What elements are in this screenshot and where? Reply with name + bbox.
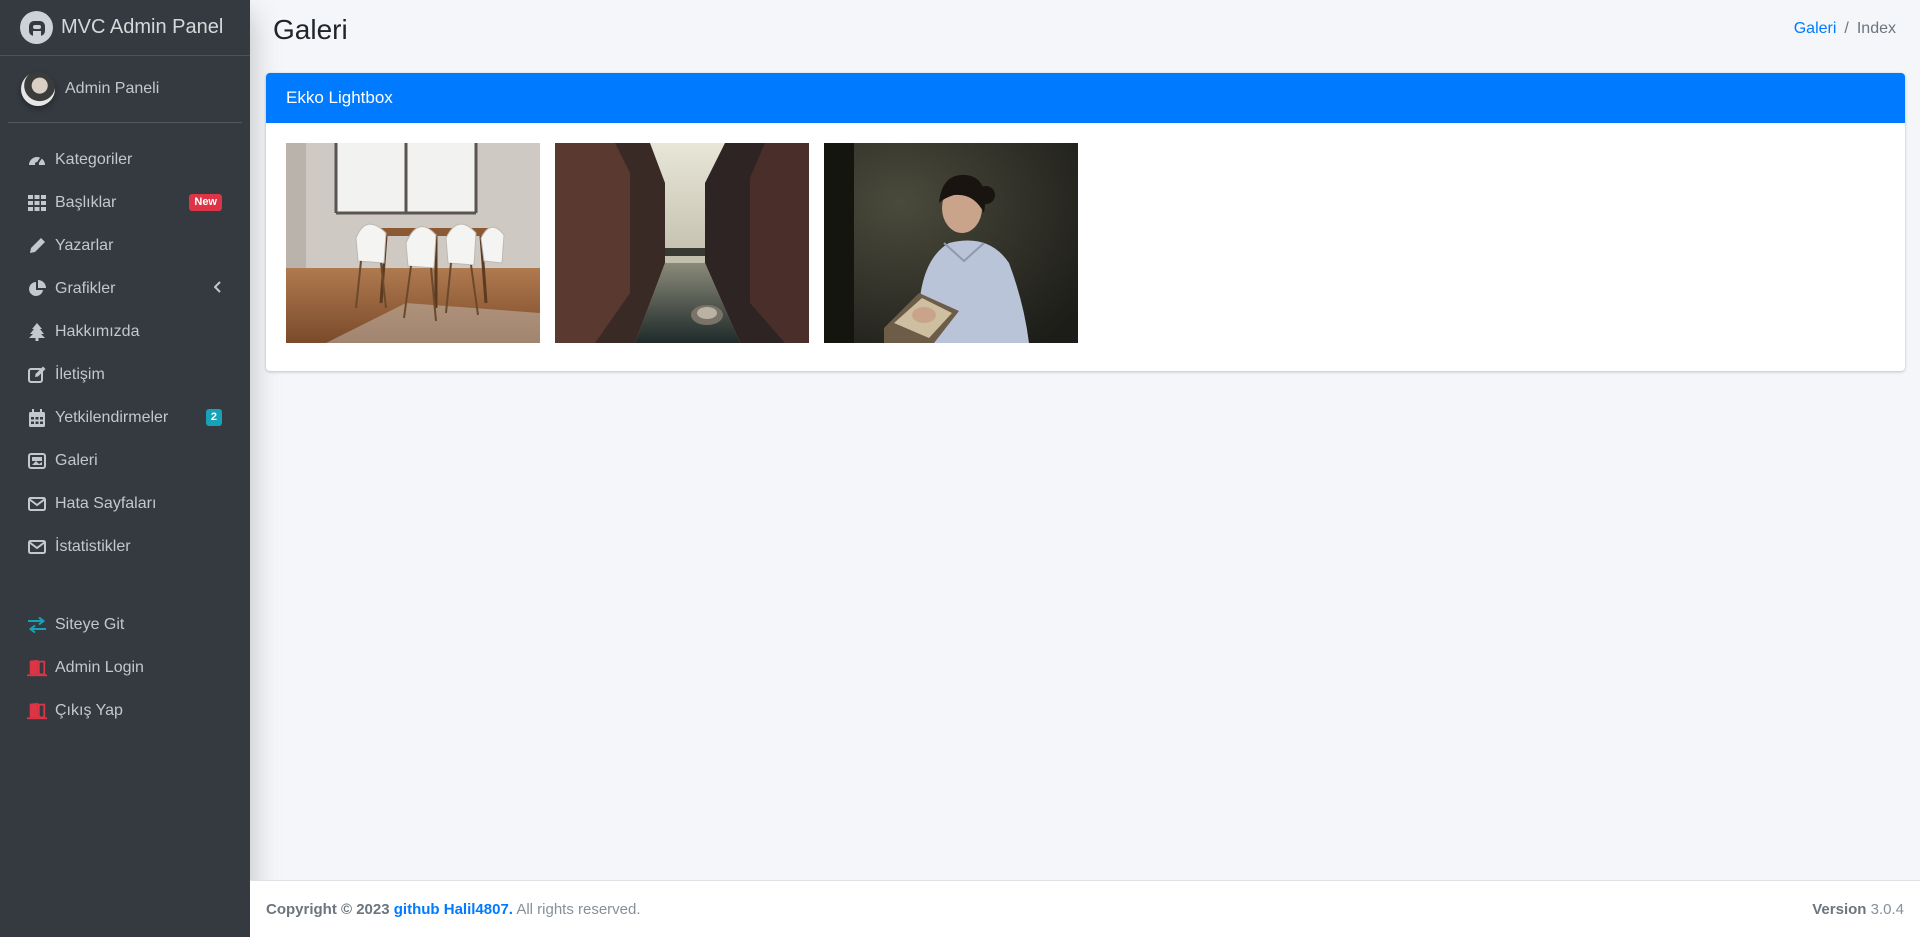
- sidebar-item-label: Hakkımızda: [55, 322, 140, 340]
- breadcrumb-current: Index: [1856, 20, 1896, 37]
- footer: Copyright © 2023 github Halil4807. All r…: [250, 880, 1920, 937]
- sidebar-item-label: Siteye Git: [55, 615, 125, 633]
- breadcrumb: Galeri / Index: [1794, 20, 1896, 38]
- sidebar-item-label: İletişim: [55, 365, 105, 383]
- pencil-icon: [27, 237, 47, 255]
- sidebar-item-label: Galeri: [55, 451, 98, 469]
- count-badge: 2: [205, 408, 222, 427]
- gallery-image-dining-room[interactable]: [286, 143, 540, 343]
- sidebar-item-label: Yazarlar: [55, 236, 114, 254]
- sidebar-item-label: Çıkış Yap: [55, 701, 123, 719]
- sidebar-item-label: İstatistikler: [55, 537, 131, 555]
- nav-spacer: [8, 568, 242, 603]
- sidebar-item-istatistikler[interactable]: İstatistikler: [8, 525, 242, 568]
- sidebar-item-label: Admin Login: [55, 658, 144, 676]
- sidebar-item-label: Başlıklar: [55, 193, 117, 211]
- pie-chart-icon: [27, 279, 47, 298]
- sidebar-item-kategoriler[interactable]: Kategoriler: [8, 138, 242, 181]
- calendar-icon: [27, 408, 47, 427]
- sidebar-item-label: Hata Sayfaları: [55, 494, 157, 512]
- version-value: 3.0.4: [1870, 900, 1904, 918]
- edit-icon: [27, 366, 47, 384]
- new-badge: New: [189, 193, 222, 212]
- github-link[interactable]: github Halil4807.: [394, 901, 513, 918]
- copyright-text: Copyright © 2023: [266, 900, 390, 918]
- sidebar-item-hakkimizda[interactable]: Hakkımızda: [8, 310, 242, 353]
- sidebar: MVC Admin Panel Admin Paneli Kategoriler…: [0, 0, 250, 937]
- sidebar-item-yazarlar[interactable]: Yazarlar: [8, 224, 242, 267]
- version-label: Version: [1812, 900, 1867, 918]
- sidebar-item-iletisim[interactable]: İletişim: [8, 353, 242, 396]
- brand-link[interactable]: MVC Admin Panel: [0, 0, 250, 56]
- envelope-icon: [27, 539, 47, 554]
- envelope-icon: [27, 496, 47, 511]
- content-header: Galeri Galeri / Index: [250, 0, 1920, 62]
- sidebar-nav: Kategoriler Başlıklar New Yazarlar Grafi…: [0, 138, 250, 732]
- tachometer-icon: [27, 151, 47, 169]
- breadcrumb-link-galeri[interactable]: Galeri: [1794, 20, 1837, 38]
- user-panel[interactable]: Admin Paneli: [8, 56, 242, 123]
- exchange-icon: [27, 616, 47, 633]
- dining-room-photo: [286, 143, 540, 343]
- sidebar-item-admin-login[interactable]: Admin Login: [8, 646, 242, 689]
- sidebar-item-basliklar[interactable]: Başlıklar New: [8, 181, 242, 224]
- canal-city-photo: [555, 143, 809, 343]
- page-title: Galeri: [273, 14, 348, 45]
- footer-copyright: Copyright © 2023 github Halil4807. All r…: [266, 901, 641, 918]
- gallery-card: Ekko Lightbox: [266, 73, 1905, 371]
- brand-logo-icon: [20, 11, 53, 44]
- user-name: Admin Paneli: [65, 80, 160, 97]
- door-icon: [27, 659, 47, 677]
- sidebar-item-galeri[interactable]: Galeri: [8, 439, 242, 482]
- tree-icon: [27, 322, 47, 341]
- door-icon: [27, 702, 47, 720]
- gallery-image-canal[interactable]: [555, 143, 809, 343]
- sidebar-item-label: Kategoriler: [55, 150, 133, 168]
- sidebar-item-yetkilendirmeler[interactable]: Yetkilendirmeler 2: [8, 396, 242, 439]
- brand-title: MVC Admin Panel: [61, 16, 224, 38]
- image-icon: [27, 452, 47, 469]
- rights-text: All rights reserved.: [516, 900, 641, 918]
- sidebar-item-hata-sayfalari[interactable]: Hata Sayfaları: [8, 482, 242, 525]
- grid-icon: [27, 194, 47, 211]
- sidebar-item-label: Yetkilendirmeler: [55, 408, 169, 426]
- sidebar-item-cikis-yap[interactable]: Çıkış Yap: [8, 689, 242, 732]
- chevron-left-icon: [213, 280, 222, 298]
- gallery-image-woman-reading[interactable]: [824, 143, 1078, 343]
- avatar: [21, 72, 55, 106]
- card-title: Ekko Lightbox: [266, 73, 1905, 123]
- sidebar-item-grafikler[interactable]: Grafikler: [8, 267, 242, 310]
- sidebar-item-siteye-git[interactable]: Siteye Git: [8, 603, 242, 646]
- breadcrumb-separator: /: [1844, 20, 1849, 37]
- gallery: [266, 123, 1905, 363]
- woman-reading-photo: [824, 143, 1078, 343]
- sidebar-item-label: Grafikler: [55, 279, 116, 297]
- footer-version: Version 3.0.4: [1812, 901, 1904, 918]
